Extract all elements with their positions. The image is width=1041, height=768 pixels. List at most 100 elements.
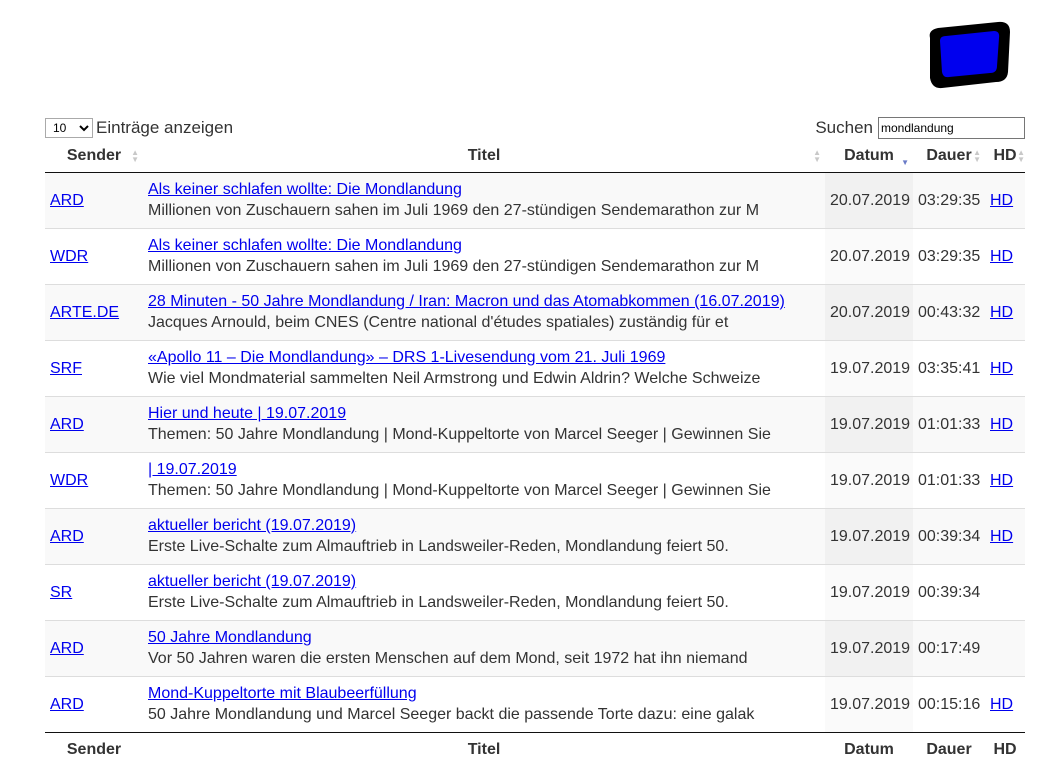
title-cell: 50 Jahre Mondlandung Vor 50 Jahren waren … (143, 620, 825, 677)
title-link[interactable]: aktueller bericht (19.07.2019) (148, 573, 820, 591)
tv-logo-icon (929, 21, 1010, 89)
hd-cell: HD (985, 340, 1025, 397)
table-row: ARD Hier und heute | 19.07.2019 Themen: 50… (45, 396, 1025, 453)
date-cell: 20.07.2019 (825, 172, 913, 229)
sender-link[interactable]: ARD (50, 192, 84, 209)
sender-cell: WDR (45, 228, 143, 285)
sender-cell: ARD (45, 620, 143, 677)
date-cell: 19.07.2019 (825, 340, 913, 397)
hd-cell (985, 564, 1025, 621)
header-row: Sender▲▼ Titel ▲▼ Datum ▲▼ Dauer▲▼ HD▲▼ (45, 140, 1025, 173)
hd-link[interactable]: HD (990, 528, 1013, 545)
hd-link[interactable]: HD (990, 360, 1013, 377)
title-cell: Mond-Kuppeltorte mit Blaubeerfüllung 50 J… (143, 676, 825, 733)
column-header-datum[interactable]: Datum ▲▼ (825, 140, 913, 173)
title-link[interactable]: aktueller bericht (19.07.2019) (148, 517, 820, 535)
hd-link[interactable]: HD (990, 472, 1013, 489)
hd-link[interactable]: HD (990, 192, 1013, 209)
description-text: Themen: 50 Jahre Mondlandung | Mond-Kupp… (148, 482, 771, 499)
sender-cell: WDR (45, 452, 143, 509)
description-text: Vor 50 Jahren waren die ersten Menschen … (148, 650, 748, 667)
sender-link[interactable]: ARTE.DE (50, 304, 119, 321)
sender-cell: ARD (45, 508, 143, 565)
column-header-titel-label: Titel (467, 147, 501, 164)
column-footer-hd: HD (985, 732, 1025, 767)
sort-icon: ▲ ▼ (131, 148, 139, 164)
title-cell: Als keiner schlafen wollte: Die Mondland… (143, 172, 825, 229)
duration-cell: 00:39:34 (913, 564, 985, 621)
date-cell: 19.07.2019 (825, 564, 913, 621)
table-controls: 10 Einträge anzeigen Suchen (45, 114, 1025, 142)
duration-cell: 03:35:41 (913, 340, 985, 397)
title-cell: 28 Minuten - 50 Jahre Mondlandung / Iran… (143, 284, 825, 341)
sender-cell: SR (45, 564, 143, 621)
date-cell: 19.07.2019 (825, 620, 913, 677)
sender-link[interactable]: SR (50, 584, 72, 601)
title-link[interactable]: Als keiner schlafen wollte: Die Mondland… (148, 237, 820, 255)
title-link[interactable]: | 19.07.2019 (148, 461, 820, 479)
title-cell: Hier und heute | 19.07.2019 Themen: 50 Ja… (143, 396, 825, 453)
description-text: Erste Live-Schalte zum Almauftrieb in La… (148, 594, 729, 611)
hd-link[interactable]: HD (990, 304, 1013, 321)
hd-link[interactable]: HD (990, 248, 1013, 265)
sender-cell: ARTE.DE (45, 284, 143, 341)
duration-cell: 01:01:33 (913, 396, 985, 453)
title-link[interactable]: «Apollo 11 – Die Mondlandung» – DRS 1-Li… (148, 349, 820, 367)
sender-link[interactable]: ARD (50, 640, 84, 657)
column-header-dauer[interactable]: Dauer ▲ ▼ (913, 140, 985, 173)
column-footer-sender: Sender (45, 732, 143, 767)
footer-row: Sender Titel Datum Dauer HD (45, 732, 1025, 767)
table-body: ARD Als keiner schlafen wollte: Die Mondl… (45, 172, 1025, 733)
sender-link[interactable]: WDR (50, 248, 88, 265)
hd-cell (985, 620, 1025, 677)
date-cell: 20.07.2019 (825, 228, 913, 285)
sender-link[interactable]: ARD (50, 416, 84, 433)
entries-per-page-select[interactable]: 10 (45, 118, 93, 138)
column-header-titel[interactable]: Titel ▲ ▼ (143, 140, 825, 173)
column-footer-titel: Titel (143, 732, 825, 767)
title-link[interactable]: Als keiner schlafen wollte: Die Mondland… (148, 181, 820, 199)
duration-cell: 00:17:49 (913, 620, 985, 677)
sender-link[interactable]: SRF (50, 360, 82, 377)
title-cell: aktueller bericht (19.07.2019) Erste Live… (143, 508, 825, 565)
hd-cell: HD (985, 452, 1025, 509)
duration-cell: 03:29:35 (913, 172, 985, 229)
sender-cell: ARD (45, 676, 143, 733)
hd-cell: HD (985, 284, 1025, 341)
title-cell: Als keiner schlafen wollte: Die Mondland… (143, 228, 825, 285)
title-link[interactable]: Hier und heute | 19.07.2019 (148, 405, 820, 423)
date-cell: 19.07.2019 (825, 508, 913, 565)
date-cell: 19.07.2019 (825, 396, 913, 453)
title-cell: aktueller bericht (19.07.2019) Erste Live… (143, 564, 825, 621)
hd-cell: HD (985, 396, 1025, 453)
sender-cell: SRF (45, 340, 143, 397)
sort-icon: ▲ ▼ (813, 148, 821, 164)
table-row: ARD Als keiner schlafen wollte: Die Mondl… (45, 172, 1025, 229)
hd-cell: HD (985, 172, 1025, 229)
search-input[interactable] (878, 117, 1025, 139)
description-text: Themen: 50 Jahre Mondlandung | Mond-Kupp… (148, 426, 771, 443)
hd-link[interactable]: HD (990, 696, 1013, 713)
column-header-datum-label: Datum (844, 147, 894, 164)
hd-cell: HD (985, 508, 1025, 565)
title-link[interactable]: Mond-Kuppeltorte mit Blaubeerfüllung (148, 685, 820, 703)
search-control: Suchen (815, 117, 1025, 139)
description-text: Jacques Arnould, beim CNES (Centre natio… (148, 314, 729, 331)
description-text: 50 Jahre Mondlandung und Marcel Seeger b… (148, 706, 755, 723)
duration-cell: 00:15:16 (913, 676, 985, 733)
sender-link[interactable]: ARD (50, 528, 84, 545)
table-row: ARTE.DE 28 Minuten - 50 Jahre Mondlandung… (45, 284, 1025, 341)
hd-link[interactable]: HD (990, 416, 1013, 433)
column-footer-datum: Datum (825, 732, 913, 767)
description-text: Millionen von Zuschauern sahen im Juli 1… (148, 258, 760, 275)
entries-length-control: 10 Einträge anzeigen (45, 118, 233, 138)
sort-desc-icon: ▲▼ (901, 158, 909, 167)
sender-link[interactable]: WDR (50, 472, 88, 489)
title-link[interactable]: 50 Jahre Mondlandung (148, 629, 820, 647)
column-header-sender[interactable]: Sender ▲ ▼ (45, 140, 143, 173)
results-table: Sender▲▼ Titel▲▼ Datum▲▼ Dauer▲▼ HD▲▼ AR… (45, 140, 1025, 767)
column-header-hd[interactable]: HD ▲ ▼ (985, 140, 1025, 173)
title-link[interactable]: 28 Minuten - 50 Jahre Mondlandung / Iran… (148, 293, 820, 311)
column-footer-dauer: Dauer (913, 732, 985, 767)
sender-link[interactable]: ARD (50, 696, 84, 713)
